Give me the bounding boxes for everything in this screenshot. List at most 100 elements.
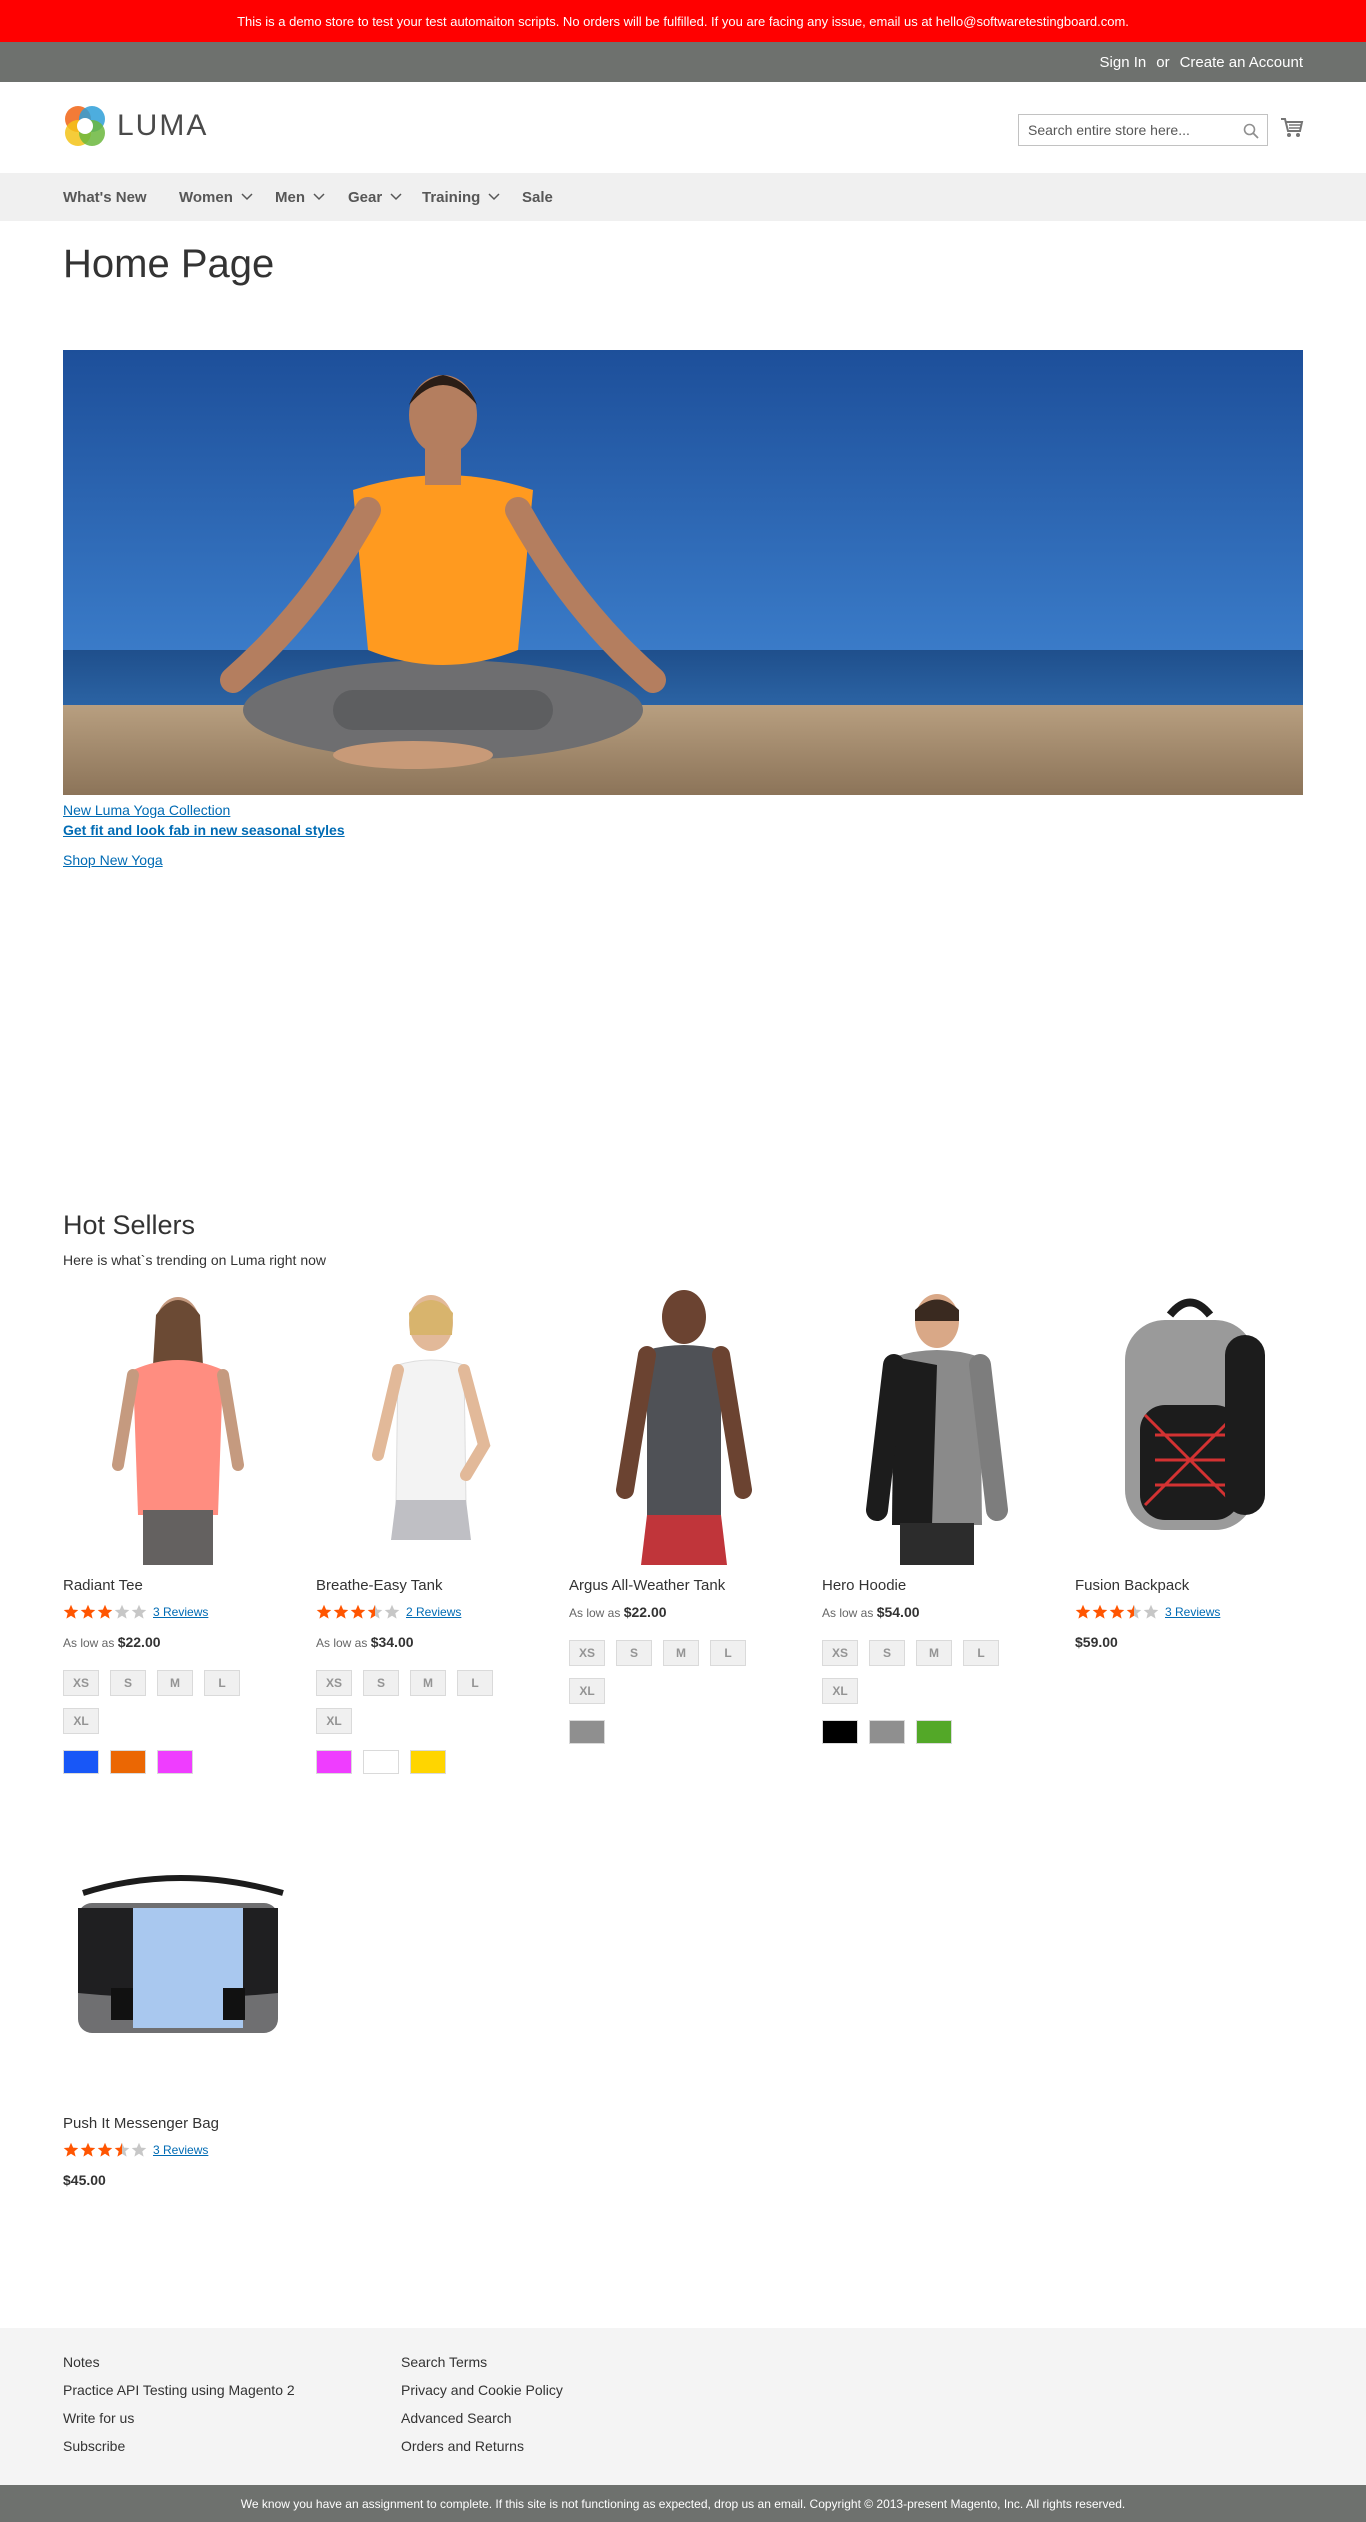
- product-card: Breathe-Easy Tank 2 Reviews As low as $3…: [316, 1285, 546, 1774]
- size-swatches: XS S M L XL: [63, 1670, 273, 1734]
- size-swatch[interactable]: XL: [569, 1678, 605, 1704]
- size-swatch[interactable]: XS: [316, 1670, 352, 1696]
- product-name[interactable]: Argus All-Weather Tank: [569, 1577, 799, 1594]
- size-swatch[interactable]: L: [204, 1670, 240, 1696]
- cart-icon[interactable]: [1280, 116, 1304, 140]
- product-name[interactable]: Hero Hoodie: [822, 1577, 1052, 1594]
- size-swatch[interactable]: S: [616, 1640, 652, 1666]
- star-icon: [367, 1604, 383, 1619]
- reviews-link[interactable]: 3 Reviews: [153, 2143, 208, 2157]
- product-image-push-it-messenger-bag[interactable]: [63, 1823, 293, 2103]
- footer-link-api-testing[interactable]: Practice API Testing using Magento 2: [63, 2376, 295, 2404]
- footer: Notes Practice API Testing using Magento…: [0, 2328, 1366, 2485]
- reviews-link[interactable]: 2 Reviews: [406, 1605, 461, 1619]
- color-swatch[interactable]: [569, 1720, 605, 1744]
- star-icon: [1126, 1604, 1142, 1619]
- search-box: [1018, 114, 1268, 146]
- footer-link-advanced-search[interactable]: Advanced Search: [401, 2404, 563, 2432]
- rating-stars: [63, 1604, 147, 1620]
- price-label: As low as: [316, 1636, 368, 1650]
- create-account-link[interactable]: Create an Account: [1180, 54, 1303, 71]
- star-icon: [131, 2142, 147, 2157]
- color-swatch[interactable]: [157, 1750, 193, 1774]
- product-rating: 2 Reviews: [316, 1604, 546, 1620]
- nav-item-women[interactable]: Women: [179, 173, 253, 221]
- footer-link-search-terms[interactable]: Search Terms: [401, 2348, 563, 2376]
- product-image-fusion-backpack[interactable]: [1075, 1285, 1305, 1565]
- panel-header: Sign In or Create an Account: [0, 42, 1366, 82]
- nav-item-men[interactable]: Men: [275, 173, 325, 221]
- product-image-hero-hoodie[interactable]: [822, 1285, 1052, 1565]
- hero-banner-image[interactable]: [63, 350, 1303, 795]
- color-swatch[interactable]: [822, 1720, 858, 1744]
- color-swatch[interactable]: [916, 1720, 952, 1744]
- footer-link-write-for-us[interactable]: Write for us: [63, 2404, 295, 2432]
- product-name[interactable]: Push It Messenger Bag: [63, 2115, 293, 2132]
- size-swatch[interactable]: XS: [569, 1640, 605, 1666]
- size-swatch[interactable]: XS: [63, 1670, 99, 1696]
- product-card: Argus All-Weather Tank As low as $22.00 …: [569, 1285, 799, 1744]
- color-swatches: [822, 1720, 1052, 1744]
- price-label: As low as: [822, 1606, 874, 1620]
- nav-item-gear[interactable]: Gear: [348, 173, 402, 221]
- size-swatch[interactable]: L: [457, 1670, 493, 1696]
- product-rating: 3 Reviews: [63, 2142, 293, 2158]
- product-image-radiant-tee[interactable]: [63, 1285, 293, 1565]
- star-icon: [63, 1604, 79, 1619]
- product-card: Radiant Tee 3 Reviews As low as $22.00 X…: [63, 1285, 293, 1774]
- star-icon: [350, 1604, 366, 1619]
- reviews-link[interactable]: 3 Reviews: [153, 1605, 208, 1619]
- demo-notice-banner: This is a demo store to test your test a…: [0, 0, 1366, 42]
- search-icon[interactable]: [1243, 123, 1259, 139]
- color-swatch[interactable]: [410, 1750, 446, 1774]
- chevron-down-icon: [313, 193, 325, 201]
- luma-logo[interactable]: LUMA: [63, 104, 208, 148]
- sign-in-link[interactable]: Sign In: [1100, 54, 1147, 71]
- shop-new-yoga-link[interactable]: Shop New Yoga: [63, 850, 345, 870]
- size-swatch[interactable]: M: [916, 1640, 952, 1666]
- star-icon: [114, 2142, 130, 2157]
- footer-link-subscribe[interactable]: Subscribe: [63, 2432, 295, 2460]
- color-swatch[interactable]: [316, 1750, 352, 1774]
- nav-item-whats-new[interactable]: What's New: [63, 173, 147, 221]
- price: $45.00: [63, 2172, 106, 2188]
- size-swatch[interactable]: S: [110, 1670, 146, 1696]
- nav-item-sale[interactable]: Sale: [522, 173, 553, 221]
- size-swatch[interactable]: M: [410, 1670, 446, 1696]
- size-swatch[interactable]: M: [663, 1640, 699, 1666]
- product-image-argus-tank[interactable]: [569, 1285, 799, 1565]
- size-swatch[interactable]: XS: [822, 1640, 858, 1666]
- product-name[interactable]: Breathe-Easy Tank: [316, 1577, 546, 1594]
- size-swatch[interactable]: XL: [316, 1708, 352, 1734]
- color-swatch[interactable]: [110, 1750, 146, 1774]
- product-rating: 3 Reviews: [63, 1604, 293, 1620]
- chevron-down-icon: [488, 193, 500, 201]
- search-input[interactable]: [1019, 115, 1267, 145]
- main-navigation: What's New Women Men Gear Training Sale: [0, 173, 1366, 221]
- product-image-breathe-easy-tank[interactable]: [316, 1285, 546, 1565]
- footer-link-privacy-policy[interactable]: Privacy and Cookie Policy: [401, 2376, 563, 2404]
- color-swatch[interactable]: [869, 1720, 905, 1744]
- size-swatch[interactable]: XL: [63, 1708, 99, 1734]
- size-swatch[interactable]: XL: [822, 1678, 858, 1704]
- size-swatches: XS S M L XL: [822, 1640, 1032, 1704]
- star-icon: [80, 1604, 96, 1619]
- color-swatch[interactable]: [363, 1750, 399, 1774]
- size-swatch[interactable]: M: [157, 1670, 193, 1696]
- footer-link-notes[interactable]: Notes: [63, 2348, 295, 2376]
- color-swatch[interactable]: [63, 1750, 99, 1774]
- size-swatch[interactable]: L: [710, 1640, 746, 1666]
- size-swatch[interactable]: S: [869, 1640, 905, 1666]
- size-swatch[interactable]: S: [363, 1670, 399, 1696]
- nav-item-training[interactable]: Training: [422, 173, 500, 221]
- size-swatch[interactable]: L: [963, 1640, 999, 1666]
- reviews-link[interactable]: 3 Reviews: [1165, 1605, 1220, 1619]
- product-name[interactable]: Radiant Tee: [63, 1577, 293, 1594]
- hero-tagline-link[interactable]: Get fit and look fab in new seasonal sty…: [63, 820, 345, 840]
- product-name[interactable]: Fusion Backpack: [1075, 1577, 1305, 1594]
- price: $54.00: [876, 1604, 920, 1620]
- hero-collection-link[interactable]: New Luma Yoga Collection: [63, 800, 345, 820]
- price-label: As low as: [569, 1606, 621, 1620]
- footer-link-orders-returns[interactable]: Orders and Returns: [401, 2432, 563, 2460]
- price: $22.00: [117, 1634, 161, 1650]
